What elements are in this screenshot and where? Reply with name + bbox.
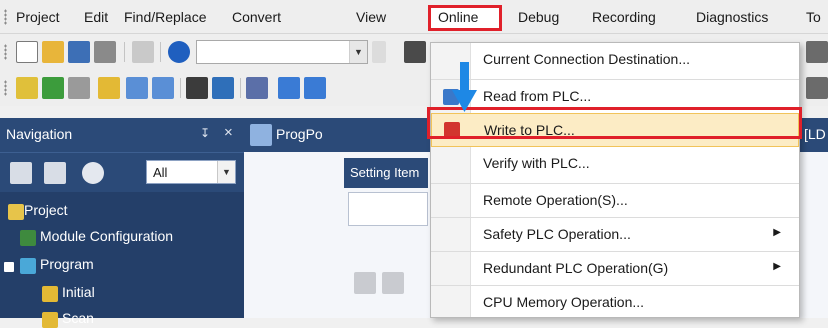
menu-tool-partial[interactable]: To [806, 8, 821, 26]
find-icon[interactable] [186, 77, 208, 99]
device-list-icon[interactable] [246, 77, 268, 99]
setting-input[interactable] [348, 192, 428, 226]
menu-view[interactable]: View [356, 8, 386, 26]
window-list-icon[interactable] [152, 77, 174, 99]
tab-ld-partial[interactable]: [LD [804, 126, 826, 142]
device-search-icon[interactable] [304, 77, 326, 99]
menu-recording[interactable]: Recording [592, 8, 656, 26]
toolbar-overflow-icon[interactable] [372, 41, 386, 63]
toolbar-right-icon[interactable] [806, 41, 828, 63]
save-icon[interactable] [68, 41, 90, 63]
setting-list-icon[interactable] [354, 272, 376, 294]
tree-item-initial[interactable]: Initial [62, 284, 95, 300]
submenu-arrow-icon: ▶ [773, 261, 781, 272]
navigation-title: Navigation [6, 126, 73, 142]
navigation-header: Navigation ↧ × [0, 118, 244, 152]
setting-item-header: Setting Item [344, 158, 428, 188]
open-icon[interactable] [42, 41, 64, 63]
menu-bar: Project Edit Find/Replace Convert View O… [0, 0, 828, 34]
menu-find-replace[interactable]: Find/Replace [124, 8, 207, 26]
toolbar-separator [160, 42, 161, 62]
module-configuration-icon [20, 230, 36, 246]
arrow-head [452, 90, 477, 112]
menu-item-cpu-memory-operation[interactable]: CPU Memory Operation... [431, 285, 799, 319]
menu-item-safety-plc-operation[interactable]: Safety PLC Operation... ▶ [431, 217, 799, 251]
tree-item-project[interactable]: Project [24, 202, 68, 218]
setting-tree-icon[interactable] [382, 272, 404, 294]
toolbar-right-icon[interactable] [806, 77, 828, 99]
menu-edit[interactable]: Edit [84, 8, 108, 26]
toolbar-grip-icon[interactable] [4, 80, 7, 96]
menu-item-verify-with-plc[interactable]: Verify with PLC... [431, 147, 799, 181]
module-view-icon[interactable] [42, 77, 64, 99]
pin-icon[interactable]: ↧ [200, 126, 210, 140]
setting-item-label: Setting Item [350, 165, 420, 180]
toolbar-grip-icon[interactable] [4, 44, 7, 60]
collapse-node-icon[interactable] [4, 262, 14, 272]
window-icon[interactable] [126, 77, 148, 99]
menu-item-remote-operation[interactable]: Remote Operation(S)... [431, 183, 799, 217]
scan-icon [42, 312, 58, 328]
menubar-grip-icon[interactable] [4, 9, 7, 25]
write-to-plc-highlight-frame [427, 107, 802, 139]
tree-item-module-configuration[interactable]: Module Configuration [40, 228, 173, 244]
parameter-icon[interactable] [98, 77, 120, 99]
arrow-shaft [460, 62, 469, 92]
initial-icon [42, 286, 58, 302]
project-icon [8, 204, 24, 220]
expand-tree-icon[interactable] [44, 162, 66, 184]
close-icon[interactable]: × [224, 124, 233, 141]
navigation-tree: Project Module Configuration Program Ini… [0, 192, 244, 328]
collapse-tree-icon[interactable] [10, 162, 32, 184]
program-tab-icon [250, 124, 272, 146]
menu-online[interactable]: Online [438, 8, 478, 26]
toolbar-separator [180, 78, 181, 98]
menu-item-current-connection[interactable]: Current Connection Destination... [431, 43, 799, 77]
menu-item-redundant-plc-operation[interactable]: Redundant PLC Operation(G) ▶ [431, 251, 799, 285]
navigation-filter-select[interactable]: All ▼ [146, 160, 236, 184]
device-batch-icon[interactable] [278, 77, 300, 99]
project-view-icon[interactable] [16, 77, 38, 99]
help-topics-icon[interactable] [132, 41, 154, 63]
down-arrow-icon [452, 62, 477, 112]
cut-icon[interactable] [404, 41, 426, 63]
menu-diagnostics[interactable]: Diagnostics [696, 8, 768, 26]
toolbar-combo[interactable]: ▼ [196, 40, 368, 64]
chevron-down-icon[interactable]: ▼ [217, 161, 235, 183]
tab-program[interactable]: ProgPo [276, 126, 323, 142]
cross-reference-icon[interactable] [212, 77, 234, 99]
tree-item-program[interactable]: Program [40, 256, 94, 272]
gear-icon[interactable] [82, 162, 104, 184]
help-icon[interactable] [168, 41, 190, 63]
online-menu-dropdown: Current Connection Destination... Read f… [430, 42, 800, 318]
print-icon[interactable] [94, 41, 116, 63]
menu-debug[interactable]: Debug [518, 8, 559, 26]
menu-project[interactable]: Project [16, 8, 60, 26]
tree-item-scan[interactable]: Scan [62, 310, 94, 326]
filter-value: All [153, 165, 168, 180]
monitor-view-icon[interactable] [68, 77, 90, 99]
toolbar-separator [240, 78, 241, 98]
new-icon[interactable] [16, 41, 38, 63]
menu-convert[interactable]: Convert [232, 8, 281, 26]
chevron-down-icon[interactable]: ▼ [349, 41, 367, 63]
submenu-arrow-icon: ▶ [773, 227, 781, 238]
toolbar-separator [124, 42, 125, 62]
program-icon [20, 258, 36, 274]
navigation-toolbar: All ▼ [0, 152, 244, 192]
